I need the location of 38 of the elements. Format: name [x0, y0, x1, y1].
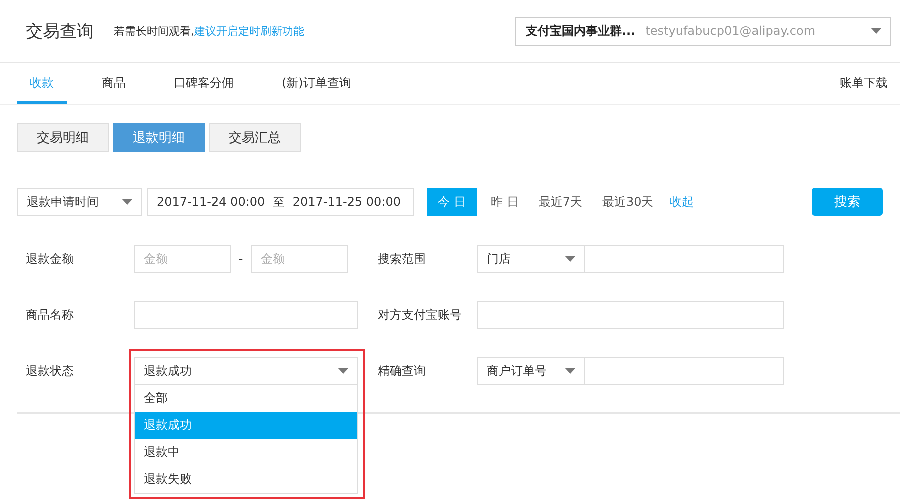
subtab-button[interactable]: 交易明细	[17, 123, 109, 152]
amount-field[interactable]: 金额	[134, 245, 231, 273]
tab[interactable]: (新)订单查询	[269, 63, 364, 104]
field-label: 精确查询	[378, 362, 427, 380]
select-dropdown[interactable]: 退款成功	[134, 357, 358, 385]
date-range-field[interactable]: 2017-11-24 00:00 至 2017-11-25 00:00	[147, 188, 414, 216]
field-label: 退款金额	[26, 250, 75, 268]
field-label: 搜索范围	[378, 250, 427, 268]
field-label: 退款状态	[26, 362, 75, 380]
caret-icon	[122, 199, 133, 205]
caret-icon	[565, 256, 576, 262]
tab[interactable]: 口碑客分佣	[161, 63, 247, 104]
select-dropdown[interactable]: 商户订单号	[477, 357, 585, 385]
caret-icon	[565, 368, 576, 374]
field-label: 对方支付宝账号	[378, 306, 463, 324]
dropdown-option[interactable]: 全部	[135, 385, 357, 412]
amount-field[interactable]: 金额	[251, 245, 348, 273]
dropdown-option[interactable]: 退款中	[135, 439, 357, 466]
subtab-button[interactable]: 交易汇总	[209, 123, 301, 152]
date-range-button[interactable]: 最近7天	[528, 188, 592, 216]
page-title: 交易查询	[26, 20, 94, 42]
text-field[interactable]	[585, 245, 784, 273]
range-separator: -	[238, 252, 244, 266]
caret-icon	[338, 368, 349, 374]
text-field[interactable]	[134, 301, 358, 329]
time-type-select[interactable]: 退款申请时间	[17, 188, 142, 216]
download-link[interactable]: 账单下载	[840, 75, 888, 92]
caret-icon	[871, 28, 882, 34]
field-label: 商品名称	[26, 306, 75, 324]
tab[interactable]: 商品	[89, 63, 139, 104]
text-field[interactable]	[585, 357, 784, 385]
hint-text: 若需长时间观看,建议开启定时刷新功能	[114, 24, 304, 38]
date-range-button[interactable]: 最近30天	[592, 188, 664, 216]
text-field[interactable]	[477, 301, 784, 329]
dropdown-option[interactable]: 退款失败	[135, 466, 357, 493]
select-dropdown[interactable]: 门店	[477, 245, 585, 273]
date-range-button[interactable]: 昨 日	[481, 188, 529, 216]
account-select[interactable]: 支付宝国内事业群... testyufabucp01@alipay.com	[515, 16, 891, 46]
